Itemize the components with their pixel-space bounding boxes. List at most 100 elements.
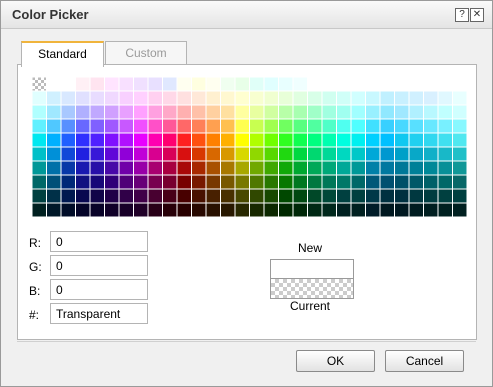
palette-swatch[interactable] [133, 104, 149, 120]
palette-swatch[interactable] [220, 118, 236, 134]
palette-swatch[interactable] [249, 77, 265, 92]
palette-swatch[interactable] [423, 118, 439, 134]
palette-swatch[interactable] [307, 104, 323, 120]
palette-swatch[interactable] [336, 132, 352, 148]
palette-swatch[interactable] [176, 146, 192, 162]
palette-swatch[interactable] [249, 90, 265, 106]
palette-swatch[interactable] [234, 90, 250, 106]
palette-swatch[interactable] [423, 202, 439, 218]
palette-swatch[interactable] [32, 90, 47, 106]
palette-swatch[interactable] [46, 77, 62, 92]
palette-swatch[interactable] [292, 188, 308, 204]
palette-swatch[interactable] [321, 104, 337, 120]
palette-swatch[interactable] [336, 160, 352, 176]
palette-swatch[interactable] [336, 202, 352, 218]
palette-swatch[interactable] [307, 160, 323, 176]
palette-swatch[interactable] [408, 174, 424, 190]
palette-swatch[interactable] [365, 188, 381, 204]
palette-swatch[interactable] [452, 90, 468, 106]
palette-swatch[interactable] [452, 174, 468, 190]
palette-swatch[interactable] [292, 146, 308, 162]
palette-swatch[interactable] [234, 188, 250, 204]
palette-swatch[interactable] [249, 160, 265, 176]
palette-swatch[interactable] [118, 202, 134, 218]
palette-swatch[interactable] [89, 90, 105, 106]
palette-swatch[interactable] [365, 77, 381, 92]
palette-swatch[interactable] [147, 188, 163, 204]
palette-swatch[interactable] [176, 188, 192, 204]
palette-swatch[interactable] [60, 104, 76, 120]
palette-swatch[interactable] [263, 174, 279, 190]
palette-swatch[interactable] [423, 174, 439, 190]
palette-swatch[interactable] [423, 104, 439, 120]
palette-swatch[interactable] [60, 118, 76, 134]
palette-swatch[interactable] [437, 90, 453, 106]
palette-swatch[interactable] [162, 104, 178, 120]
palette-swatch[interactable] [75, 132, 91, 148]
palette-swatch[interactable] [336, 90, 352, 106]
palette-swatch[interactable] [394, 174, 410, 190]
palette-swatch[interactable] [60, 90, 76, 106]
palette-swatch[interactable] [220, 146, 236, 162]
palette-swatch[interactable] [307, 174, 323, 190]
tab-custom[interactable]: Custom [105, 41, 187, 65]
palette-swatch[interactable] [394, 146, 410, 162]
palette-swatch[interactable] [423, 77, 439, 92]
palette-swatch[interactable] [249, 104, 265, 120]
palette-swatch[interactable] [89, 118, 105, 134]
palette-swatch[interactable] [75, 104, 91, 120]
palette-swatch[interactable] [46, 202, 62, 218]
palette-swatch[interactable] [75, 202, 91, 218]
palette-swatch[interactable] [191, 174, 207, 190]
palette-swatch[interactable] [379, 118, 395, 134]
palette-swatch[interactable] [452, 160, 468, 176]
palette-swatch[interactable] [162, 160, 178, 176]
palette-swatch[interactable] [147, 132, 163, 148]
palette-swatch[interactable] [321, 90, 337, 106]
palette-swatch[interactable] [278, 160, 294, 176]
palette-swatch[interactable] [350, 90, 366, 106]
palette-swatch[interactable] [321, 132, 337, 148]
title-bar[interactable]: Color Picker ? ✕ [1, 1, 492, 29]
palette-swatch[interactable] [437, 132, 453, 148]
palette-swatch[interactable] [75, 77, 91, 92]
palette-swatch[interactable] [263, 90, 279, 106]
palette-swatch[interactable] [104, 118, 120, 134]
palette-swatch[interactable] [191, 202, 207, 218]
help-icon[interactable]: ? [455, 8, 469, 22]
palette-swatch[interactable] [437, 188, 453, 204]
palette-swatch[interactable] [379, 174, 395, 190]
palette-swatch[interactable] [321, 188, 337, 204]
palette-swatch[interactable] [176, 118, 192, 134]
palette-swatch[interactable] [350, 202, 366, 218]
palette-swatch[interactable] [162, 132, 178, 148]
palette-swatch[interactable] [321, 202, 337, 218]
palette-swatch[interactable] [60, 160, 76, 176]
palette-swatch[interactable] [278, 174, 294, 190]
palette-swatch[interactable] [133, 118, 149, 134]
ok-button[interactable]: OK [296, 350, 375, 372]
palette-swatch[interactable] [249, 202, 265, 218]
palette-swatch[interactable] [32, 104, 47, 120]
palette-swatch[interactable] [133, 202, 149, 218]
palette-swatch[interactable] [162, 77, 178, 92]
palette-swatch[interactable] [60, 202, 76, 218]
palette-swatch[interactable] [205, 104, 221, 120]
palette-swatch[interactable] [437, 202, 453, 218]
palette-swatch[interactable] [437, 160, 453, 176]
palette-swatch[interactable] [263, 146, 279, 162]
palette-swatch[interactable] [321, 146, 337, 162]
palette-swatch[interactable] [452, 202, 468, 218]
palette-swatch[interactable] [321, 160, 337, 176]
palette-swatch[interactable] [32, 160, 47, 176]
palette-swatch[interactable] [365, 90, 381, 106]
palette-swatch[interactable] [133, 160, 149, 176]
palette-swatch[interactable] [394, 77, 410, 92]
palette-swatch[interactable] [118, 188, 134, 204]
red-input[interactable]: 0 [50, 231, 148, 252]
palette-swatch[interactable] [350, 118, 366, 134]
color-palette[interactable] [32, 77, 468, 218]
palette-swatch[interactable] [278, 118, 294, 134]
palette-swatch[interactable] [336, 104, 352, 120]
palette-swatch[interactable] [220, 202, 236, 218]
